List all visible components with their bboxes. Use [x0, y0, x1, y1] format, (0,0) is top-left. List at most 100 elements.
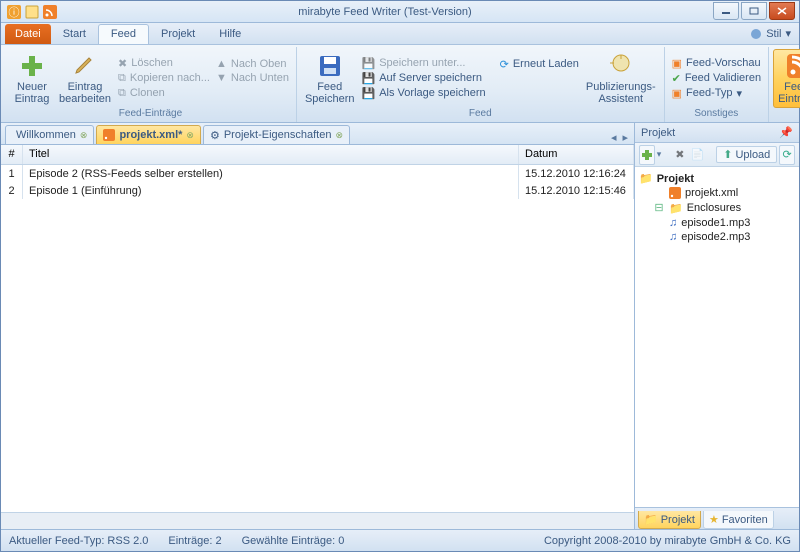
refresh-icon: ⟳ [500, 58, 509, 71]
music-icon: ♫ [669, 231, 677, 243]
save-feed-button[interactable]: Feed Speichern [301, 49, 359, 107]
close-icon[interactable]: ⊗ [80, 130, 88, 141]
window-title: mirabyte Feed Writer (Test-Version) [57, 6, 713, 18]
editor-pane: Willkommen⊗ projekt.xml*⊗ ⚙Projekt-Eigen… [1, 123, 635, 529]
delete-button[interactable]: ✖Löschen [115, 56, 213, 71]
edit-entry-button[interactable]: Eintrag bearbeiten [55, 49, 115, 107]
tree-item[interactable]: ♫episode1.mp3 [639, 216, 795, 230]
project-pane-tabs: 📁Projekt ★Favoriten [635, 507, 799, 529]
qat-rss-icon[interactable] [43, 5, 57, 19]
template-icon: 💾 [362, 87, 376, 100]
tree-item[interactable]: projekt.xml [639, 186, 795, 200]
close-icon[interactable]: ⊗ [335, 130, 343, 141]
gear-icon: ⚙ [210, 129, 220, 142]
feed-preview-button[interactable]: ▣Feed-Vorschau [669, 56, 764, 71]
group-misc-label: Sonstiges [669, 107, 764, 120]
save-as-button[interactable]: 💾Speichern unter... [359, 56, 489, 71]
folder-icon: 📁 [644, 513, 658, 526]
star-icon: ★ [709, 513, 719, 526]
table-row[interactable]: 1 Episode 2 (RSS-Feeds selber erstellen)… [1, 165, 634, 182]
status-selected: Gewählte Einträge: 0 [242, 535, 345, 547]
chevron-down-icon: ▾ [736, 87, 742, 100]
tree-item[interactable]: ♫episode2.mp3 [639, 230, 795, 244]
view-entries-button[interactable]: Feed- Einträge [773, 49, 800, 108]
move-up-button[interactable]: ▲Nach Oben [213, 57, 292, 71]
status-count: Einträge: 2 [168, 535, 221, 547]
tab-willkommen[interactable]: Willkommen⊗ [5, 125, 94, 144]
grid-body[interactable]: 1 Episode 2 (RSS-Feeds selber erstellen)… [1, 165, 634, 512]
style-label: Stil [766, 28, 781, 40]
reload-button[interactable]: ⟳Erneut Laden [497, 57, 582, 72]
save-server-button[interactable]: 💾Auf Server speichern [359, 71, 489, 86]
folder-icon: 📁 [669, 202, 683, 215]
tab-hilfe[interactable]: Hilfe [207, 24, 253, 44]
group-feedentries-label: Feed-Einträge [9, 107, 292, 120]
save-icon [316, 52, 344, 80]
maximize-button[interactable] [741, 2, 767, 20]
rss-icon [103, 129, 115, 141]
qat-save-icon[interactable] [25, 5, 39, 19]
svg-text:ⓘ: ⓘ [9, 6, 20, 19]
tab-prev-icon[interactable]: ◂ [611, 131, 617, 144]
tab-projekt-xml[interactable]: projekt.xml*⊗ [96, 125, 201, 144]
upload-button[interactable]: ⬆Upload [716, 146, 777, 163]
project-pane-header: Projekt 📌 [635, 123, 799, 143]
collapse-icon[interactable]: ⊟ [653, 201, 665, 215]
status-copyright: Copyright 2008-2010 by mirabyte GmbH & C… [544, 535, 791, 547]
feed-validate-button[interactable]: ✔Feed Validieren [669, 71, 764, 86]
add-button[interactable] [639, 145, 655, 165]
copy-to-button[interactable]: ⧉Kopieren nach... [115, 71, 213, 86]
tree-root[interactable]: 📁Projekt [639, 171, 795, 186]
tab-start[interactable]: Start [51, 24, 98, 44]
minimize-button[interactable] [713, 2, 739, 20]
style-menu[interactable]: Stil ▾ [750, 27, 791, 40]
menu-bar: Datei Start Feed Projekt Hilfe Stil ▾ [1, 23, 799, 45]
clone-button[interactable]: ⧉Clonen [115, 86, 213, 101]
arrow-up-icon: ▲ [216, 58, 227, 70]
tab-favorites[interactable]: ★Favoriten [703, 511, 774, 529]
move-down-button[interactable]: ▼Nach Unten [213, 71, 292, 85]
tab-project[interactable]: 📁Projekt [638, 511, 701, 529]
ribbon: Neuer Eintrag Eintrag bearbeiten ✖Lösche… [1, 45, 799, 123]
chevron-down-icon[interactable]: ▾ [657, 149, 662, 160]
project-pane: Projekt 📌 ▾ ✖ 📄 ⬆Upload ⟳ 📁Projekt proje… [635, 123, 799, 529]
table-row[interactable]: 2 Episode 1 (Einführung) 15.12.2010 12:1… [1, 182, 634, 199]
tab-feed[interactable]: Feed [98, 24, 149, 44]
plus-icon [18, 52, 46, 80]
tab-project-props[interactable]: ⚙Projekt-Eigenschaften⊗ [203, 125, 350, 144]
project-toolbar: ▾ ✖ 📄 ⬆Upload ⟳ [635, 143, 799, 167]
arrow-down-icon: ▼ [216, 72, 227, 84]
horizontal-scrollbar[interactable] [1, 512, 634, 529]
grid-header: # Titel Datum [1, 145, 634, 165]
col-num[interactable]: # [1, 145, 23, 164]
file-menu[interactable]: Datei [5, 24, 51, 44]
rss-icon [669, 187, 681, 199]
tree-folder-enclosures[interactable]: ⊟📁Enclosures [639, 200, 795, 216]
rss-icon [785, 52, 800, 80]
close-icon[interactable]: ⊗ [186, 130, 194, 141]
col-date[interactable]: Datum [519, 145, 634, 164]
refresh-button[interactable]: ⟳ [779, 145, 795, 165]
close-button[interactable] [769, 2, 795, 20]
publish-assistant-button[interactable]: Publizierungs- Assistent [582, 49, 660, 107]
delete-button[interactable]: ✖ [672, 145, 688, 165]
pin-icon[interactable]: 📌 [779, 126, 793, 139]
save-icon: 💾 [362, 57, 376, 70]
save-template-button[interactable]: 💾Als Vorlage speichern [359, 86, 489, 101]
upload-icon: ⬆ [723, 148, 732, 161]
x-icon: ✖ [118, 57, 127, 70]
app-icon: ⓘ [7, 5, 21, 19]
rss-icon: ▣ [672, 87, 682, 100]
project-tree[interactable]: 📁Projekt projekt.xml ⊟📁Enclosures ♫episo… [635, 167, 799, 507]
chevron-down-icon: ▾ [785, 27, 791, 40]
tab-projekt[interactable]: Projekt [149, 24, 207, 44]
tab-next-icon[interactable]: ▸ [622, 131, 628, 144]
feed-type-menu[interactable]: ▣Feed-Typ▾ [669, 86, 764, 101]
col-title[interactable]: Titel [23, 145, 519, 164]
new-entry-button[interactable]: Neuer Eintrag [9, 49, 55, 107]
title-bar: ⓘ mirabyte Feed Writer (Test-Version) [1, 1, 799, 23]
copy-icon: ⧉ [118, 72, 126, 85]
props-button[interactable]: 📄 [690, 145, 706, 165]
status-feed-type: Aktueller Feed-Typ: RSS 2.0 [9, 535, 148, 547]
document-tabstrip: Willkommen⊗ projekt.xml*⊗ ⚙Projekt-Eigen… [1, 123, 634, 145]
